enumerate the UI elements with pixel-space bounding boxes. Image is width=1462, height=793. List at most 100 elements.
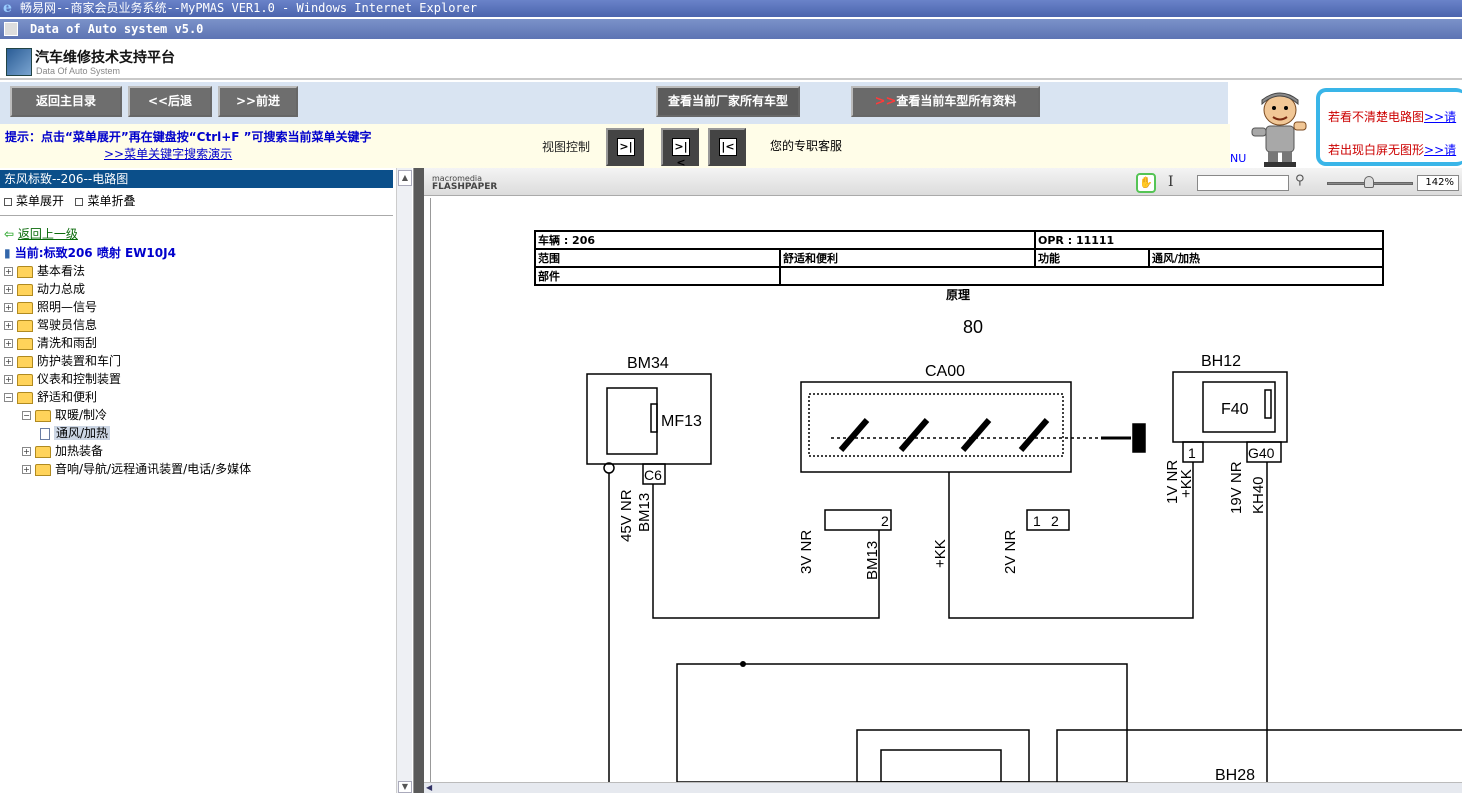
page-number: 80 (963, 317, 983, 337)
expand-toggle-icon[interactable]: + (4, 267, 13, 276)
back-up-link[interactable]: 返回上一级 (18, 227, 78, 241)
support-line-1: 若看不清楚电路图>>请 (1328, 108, 1456, 125)
label-bm13-a: BM13 (636, 493, 653, 532)
tree-item-label: 基本看法 (37, 264, 86, 278)
flashpaper-toolbar: macromedia FLASHPAPER ✋ I ⚲ 142% (424, 168, 1462, 196)
expand-toggle-icon[interactable]: + (4, 357, 13, 366)
hint-text: 提示：点击“菜单展开”再在键盘按“Ctrl+F ”可搜索当前菜单关键字 (5, 130, 372, 144)
back-button[interactable]: <<后退 (128, 86, 212, 117)
service-label: 您的专职客服 (770, 139, 843, 153)
scroll-down-icon[interactable]: ▼ (398, 781, 412, 793)
brand-subtitle: Data Of Auto System (36, 66, 121, 76)
tree-item[interactable]: + 加热装备 (22, 442, 103, 460)
expand-toggle-icon[interactable]: + (4, 321, 13, 330)
support-link-1[interactable]: >>请 (1424, 110, 1456, 124)
label-kh40: KH40 (1250, 476, 1267, 514)
expand-toggle-icon[interactable]: + (4, 303, 13, 312)
menu-collapse-button[interactable]: 菜单折叠 (87, 194, 135, 208)
label-ca00: CA00 (925, 363, 965, 380)
label-ca00-r-pin2: 2 (1051, 513, 1059, 529)
label-2v-nr: 2V NR (1002, 530, 1019, 574)
search-demo-link[interactable]: >>菜单关键字搜索演示 (104, 145, 232, 162)
tree-item[interactable]: + 仪表和控制装置 (4, 370, 121, 388)
tree-item[interactable]: − 取暖/制冷 (22, 406, 107, 424)
forward-button[interactable]: >>前进 (218, 86, 298, 117)
label-kk-2: +KK (1178, 469, 1195, 498)
ie-icon: e (3, 0, 12, 16)
ca00-knob (1132, 423, 1146, 453)
view-expand-left-button[interactable]: |< (708, 128, 746, 166)
collapse-toggle-icon[interactable]: − (4, 393, 13, 402)
label-ca00-pin2: 2 (881, 513, 889, 529)
f40-fuse (1264, 389, 1272, 419)
tree-item[interactable]: + 基本看法 (4, 262, 85, 280)
all-models-button[interactable]: 查看当前厂家所有车型 (656, 86, 800, 117)
junction-dot (740, 661, 746, 667)
tree-item-label: 舒适和便利 (37, 390, 98, 404)
tree-item-label: 动力总成 (37, 282, 86, 296)
view-expand-right-button[interactable]: >| (606, 128, 644, 166)
view-control-label: 视图控制 (542, 140, 591, 154)
all-docs-button[interactable]: >>查看当前车型所有资料 (851, 86, 1040, 117)
support-text-1: 若看不清楚电路图 (1328, 110, 1425, 124)
tree-item[interactable]: + 清洗和雨刮 (4, 334, 97, 352)
expand-toggle-icon[interactable]: + (4, 339, 13, 348)
mechanic-mascot-icon (1251, 92, 1307, 167)
view-split-button[interactable]: >|< (661, 128, 699, 169)
folder-icon (17, 283, 33, 296)
lower-inner-1 (856, 729, 1030, 782)
sidebar-header: 东风标致--206--电路图 (0, 170, 393, 188)
label-g40: G40 (1248, 445, 1275, 461)
zoom-slider-handle[interactable] (1364, 176, 1374, 188)
support-text-2: 若出现白屏无图形 (1328, 143, 1425, 157)
home-button[interactable]: 返回主目录 (10, 86, 122, 117)
pane-splitter[interactable] (414, 168, 424, 793)
zoom-level[interactable]: 142% (1417, 175, 1459, 191)
nav-bar: 返回主目录 <<后退 >>前进 查看当前厂家所有车型 >>查看当前车型所有资料 (0, 82, 1232, 124)
scroll-up-icon[interactable]: ▲ (398, 170, 412, 186)
search-icon[interactable]: ⚲ (1295, 173, 1305, 188)
expand-toggle-icon[interactable]: + (22, 447, 31, 456)
expand-icon (4, 197, 12, 206)
expand-toggle-icon[interactable]: + (4, 285, 13, 294)
sidebar-divider (0, 215, 393, 216)
expand-toggle-icon[interactable]: + (4, 375, 13, 384)
support-nu-text: NU (1230, 152, 1247, 165)
tree-item[interactable]: + 防护装置和车门 (4, 352, 121, 370)
document-page: 车辆 : 206 OPR : 11111 范围 舒适和便利 功能 通风/加热 部… (430, 198, 1462, 782)
current-label: 当前:标致206 喷射 EW10J4 (14, 246, 176, 260)
lower-box (676, 663, 1128, 782)
mf13-fuse (650, 403, 658, 433)
app-titlebar: Data of Auto system v5.0 (0, 19, 1462, 39)
search-input[interactable] (1197, 175, 1289, 191)
expand-toggle-icon[interactable]: + (22, 465, 31, 474)
wire-bh28 (1056, 729, 1462, 782)
bm34-inner (606, 387, 658, 455)
text-select-icon[interactable]: I (1168, 174, 1174, 190)
tree-item-label: 驾驶员信息 (37, 318, 98, 332)
folder-icon (17, 319, 33, 332)
hand-tool-icon[interactable]: ✋ (1136, 173, 1156, 193)
window-titlebar: e 畅易网--商家会员业务系统--MyPMAS VER1.0 - Windows… (0, 0, 1462, 17)
folder-icon (17, 265, 33, 278)
folder-icon (17, 355, 33, 368)
lower-inner-2 (880, 749, 1002, 782)
tree-item[interactable]: + 照明—信号 (4, 298, 97, 316)
tree-item[interactable]: + 音响/导航/远程通讯装置/电话/多媒体 (22, 460, 251, 478)
support-link-2[interactable]: >>请 (1424, 143, 1456, 157)
tree-item[interactable]: + 动力总成 (4, 280, 85, 298)
arrow-left-bar-icon: |< (719, 138, 737, 156)
scroll-left-icon[interactable]: ◀ (426, 783, 432, 792)
tree-item-label: 清洗和雨刮 (37, 336, 98, 350)
collapse-toggle-icon[interactable]: − (22, 411, 31, 420)
menu-expand-button[interactable]: 菜单展开 (16, 194, 64, 208)
menu-controls: 菜单展开 菜单折叠 (4, 192, 135, 209)
viewer-hscrollbar[interactable]: ◀ (424, 782, 1462, 793)
sidebar-scrollbar[interactable]: ▲ ▼ (396, 168, 412, 793)
label-bh12: BH12 (1201, 353, 1241, 370)
tree-item-label: 照明—信号 (37, 300, 98, 314)
tree-item[interactable]: 通风/加热 (40, 424, 111, 442)
computer-icon: ▮ (4, 246, 11, 260)
tree-item[interactable]: + 驾驶员信息 (4, 316, 97, 334)
tree-item[interactable]: − 舒适和便利 (4, 388, 97, 406)
